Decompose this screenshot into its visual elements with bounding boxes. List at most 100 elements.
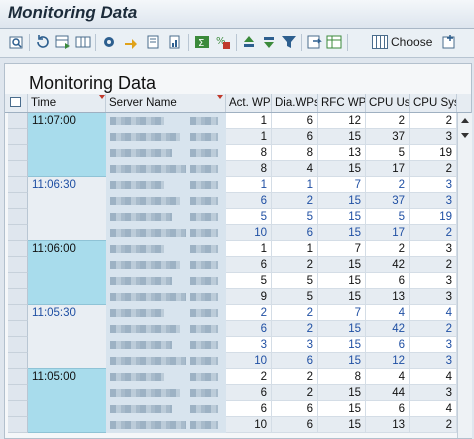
value-cell[interactable]: 2 — [226, 369, 272, 385]
value-cell[interactable]: 1 — [272, 241, 318, 257]
value-cell[interactable]: 6 — [272, 129, 318, 145]
value-cell[interactable]: 2 — [410, 225, 457, 241]
find-icon[interactable] — [8, 33, 26, 51]
settings-icon[interactable] — [100, 33, 118, 51]
value-cell[interactable]: 2 — [272, 321, 318, 337]
server-name-cell[interactable] — [106, 321, 226, 337]
value-cell[interactable]: 5 — [366, 209, 410, 225]
value-cell[interactable]: 42 — [366, 257, 410, 273]
value-cell[interactable]: 2 — [272, 385, 318, 401]
value-cell[interactable]: 5 — [226, 209, 272, 225]
server-name-cell[interactable] — [106, 257, 226, 273]
value-cell[interactable]: 3 — [410, 385, 457, 401]
value-cell[interactable]: 15 — [318, 225, 366, 241]
server-name-cell[interactable] — [106, 417, 226, 433]
value-cell[interactable]: 4 — [410, 401, 457, 417]
value-cell[interactable]: 8 — [272, 145, 318, 161]
value-cell[interactable]: 2 — [410, 257, 457, 273]
row-selector[interactable] — [8, 321, 28, 337]
value-cell[interactable]: 8 — [226, 145, 272, 161]
server-name-cell[interactable] — [106, 193, 226, 209]
value-cell[interactable]: 13 — [366, 289, 410, 305]
value-cell[interactable]: 7 — [318, 241, 366, 257]
value-cell[interactable]: 6 — [226, 193, 272, 209]
more-icon[interactable] — [440, 33, 458, 51]
value-cell[interactable]: 1 — [226, 129, 272, 145]
value-cell[interactable]: 13 — [366, 417, 410, 433]
value-cell[interactable]: 15 — [318, 321, 366, 337]
server-name-cell[interactable] — [106, 337, 226, 353]
value-cell[interactable]: 6 — [226, 401, 272, 417]
value-cell[interactable]: 4 — [366, 369, 410, 385]
value-cell[interactable]: 7 — [318, 305, 366, 321]
value-cell[interactable]: 3 — [226, 337, 272, 353]
value-cell[interactable]: 8 — [226, 161, 272, 177]
server-name-cell[interactable] — [106, 129, 226, 145]
value-cell[interactable]: 1 — [226, 113, 272, 129]
column-header-time[interactable]: Time — [28, 94, 106, 112]
row-selector[interactable] — [8, 193, 28, 209]
value-cell[interactable]: 15 — [318, 193, 366, 209]
column-header-cpu-sys[interactable]: CPU Sys — [410, 94, 457, 112]
sort-asc-icon[interactable] — [240, 33, 258, 51]
value-cell[interactable]: 6 — [226, 257, 272, 273]
value-cell[interactable]: 6 — [366, 337, 410, 353]
value-cell[interactable]: 15 — [318, 273, 366, 289]
server-name-cell[interactable] — [106, 145, 226, 161]
value-cell[interactable]: 4 — [366, 305, 410, 321]
value-cell[interactable]: 5 — [272, 289, 318, 305]
scroll-up-icon[interactable] — [461, 118, 469, 123]
row-selector[interactable] — [8, 289, 28, 305]
server-name-cell[interactable] — [106, 209, 226, 225]
value-cell[interactable]: 2 — [410, 417, 457, 433]
column-header-rfc-wps[interactable]: RFC WPs — [318, 94, 366, 112]
value-cell[interactable]: 15 — [318, 289, 366, 305]
value-cell[interactable]: 3 — [410, 241, 457, 257]
row-selector[interactable] — [8, 257, 28, 273]
server-name-cell[interactable] — [106, 241, 226, 257]
value-cell[interactable]: 3 — [410, 193, 457, 209]
value-cell[interactable]: 4 — [272, 161, 318, 177]
server-name-cell[interactable] — [106, 353, 226, 369]
layout-icon[interactable] — [54, 33, 72, 51]
value-cell[interactable]: 3 — [410, 273, 457, 289]
value-cell[interactable]: 2 — [272, 193, 318, 209]
value-cell[interactable]: 6 — [226, 385, 272, 401]
value-cell[interactable]: 15 — [318, 129, 366, 145]
time-cell[interactable]: 11:06:30 — [28, 177, 106, 241]
value-cell[interactable]: 3 — [410, 353, 457, 369]
value-cell[interactable]: 2 — [366, 177, 410, 193]
server-name-cell[interactable] — [106, 273, 226, 289]
value-cell[interactable]: 5 — [272, 209, 318, 225]
value-cell[interactable]: 15 — [318, 161, 366, 177]
value-cell[interactable]: 3 — [410, 289, 457, 305]
value-cell[interactable]: 1 — [226, 241, 272, 257]
server-name-cell[interactable] — [106, 177, 226, 193]
value-cell[interactable]: 15 — [318, 353, 366, 369]
value-cell[interactable]: 2 — [366, 241, 410, 257]
row-selector[interactable] — [8, 129, 28, 145]
value-cell[interactable]: 6 — [272, 401, 318, 417]
server-name-cell[interactable] — [106, 369, 226, 385]
server-name-cell[interactable] — [106, 113, 226, 129]
value-cell[interactable]: 13 — [318, 145, 366, 161]
value-cell[interactable]: 2 — [410, 113, 457, 129]
value-cell[interactable]: 12 — [366, 353, 410, 369]
value-cell[interactable]: 9 — [226, 289, 272, 305]
server-name-cell[interactable] — [106, 385, 226, 401]
column-header-dia-wps[interactable]: Dia.WPs — [272, 94, 318, 112]
row-selector[interactable] — [8, 113, 28, 129]
value-cell[interactable]: 8 — [318, 369, 366, 385]
time-cell[interactable]: 11:07:00 — [28, 113, 106, 177]
value-cell[interactable]: 7 — [318, 177, 366, 193]
sort-desc-icon[interactable] — [260, 33, 278, 51]
value-cell[interactable]: 44 — [366, 385, 410, 401]
value-cell[interactable]: 17 — [366, 225, 410, 241]
value-cell[interactable]: 2 — [410, 161, 457, 177]
value-cell[interactable]: 10 — [226, 353, 272, 369]
print-icon[interactable] — [305, 33, 323, 51]
value-cell[interactable]: 3 — [410, 129, 457, 145]
value-cell[interactable]: 19 — [410, 209, 457, 225]
columns-icon[interactable] — [74, 33, 92, 51]
value-cell[interactable]: 2 — [272, 257, 318, 273]
